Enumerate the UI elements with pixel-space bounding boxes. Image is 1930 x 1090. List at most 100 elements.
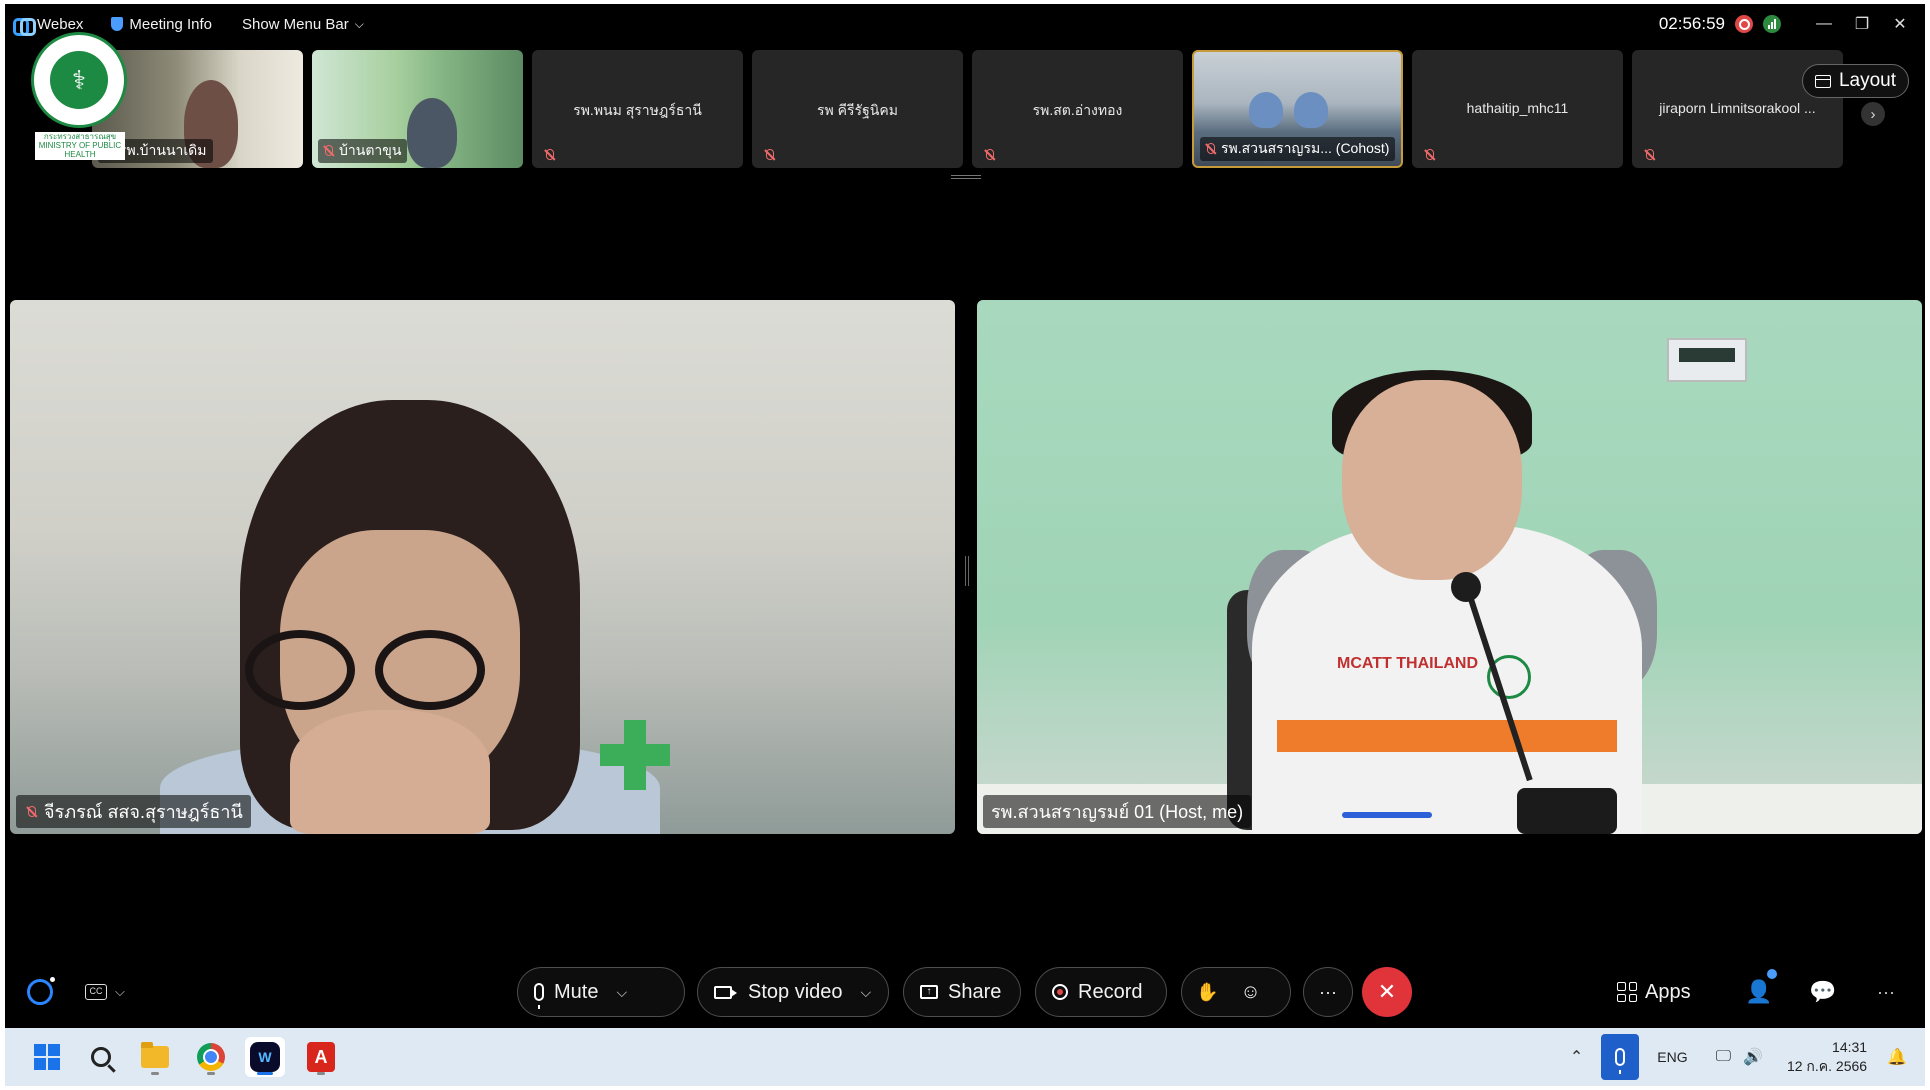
network-health-icon[interactable] [1763,15,1781,33]
recording-indicator-icon[interactable] [1735,15,1753,33]
running-indicator [151,1072,159,1075]
microphone-icon [534,983,544,1009]
captions-button[interactable]: CC ⌵ [85,967,125,1017]
raise-hand-icon[interactable]: ✋ [1196,982,1218,1003]
network-icon[interactable]: 🖵 [1716,1048,1731,1066]
participant-name: บ้านตาขุน [339,142,402,158]
chrome-button[interactable] [191,1037,231,1077]
ai-assistant-button[interactable] [27,967,55,1017]
mic-muted-icon [1203,142,1217,156]
share-screen-icon: ↑ [920,985,938,999]
microphone-icon [1615,1048,1626,1074]
video-content [1667,338,1747,382]
stage-resize-handle[interactable] [965,556,969,586]
participant-name: รพ คีรีรัฐนิคม [817,102,898,118]
notification-bell-icon[interactable]: 🔔 [1887,1047,1907,1067]
participant-name: รพ.บ้านนาเดิม [119,142,207,158]
acrobat-button[interactable]: A [301,1037,341,1077]
microphone-in-use-button[interactable] [1601,1034,1640,1080]
meeting-timer: 02:56:59 [1658,14,1725,33]
chevron-down-icon[interactable]: ⌵ [861,984,872,1001]
shield-icon [111,17,124,31]
more-panels-button[interactable]: ··· [1877,967,1895,1017]
title-bar-right: 02:56:59 — ❐ ✕ [1659,4,1925,44]
emoji-reaction-icon[interactable]: ☺ [1240,981,1260,1004]
file-explorer-button[interactable] [135,1037,175,1077]
layout-label: Layout [1838,70,1896,91]
participant-thumbnail[interactable]: hathaitip_mhc11 [1412,50,1623,168]
mute-button[interactable]: Mute ⌵ [517,967,685,1017]
video-tile-right[interactable]: MCATT THAILAND รพ.สวนสราญรมย์ 01 (Host, … [977,300,1922,834]
chevron-down-icon[interactable]: ⌵ [616,984,627,1001]
apps-icon [1617,982,1637,1002]
layout-button[interactable]: Layout [1801,64,1909,98]
search-button[interactable] [81,1037,121,1077]
participant-thumbnail[interactable]: บ้านตาขุน [312,50,523,168]
mic-muted-icon [982,148,996,162]
language-indicator[interactable]: ENG [1657,1049,1687,1065]
video-content [600,720,670,790]
logo-caption: กระทรวงสาธารณสุข MINISTRY OF PUBLIC HEAL… [35,132,125,161]
show-menu-bar-button[interactable]: Show Menu Bar ⌵ [242,16,364,33]
video-content [375,630,485,710]
closed-captions-icon: CC [85,984,107,1000]
participant-strip: รพ.บ้านนาเดิม บ้านตาขุน รพ.พนม สุราษฎร์ธ… [92,50,1843,168]
acrobat-icon: A [307,1042,335,1072]
chevron-up-icon[interactable]: ⌃ [1570,1047,1583,1067]
video-content [290,710,490,834]
video-tile-left[interactable]: จีรภรณ์ สสจ.สุราษฎร์ธานี [10,300,955,834]
record-button[interactable]: Record [1035,967,1167,1017]
participant-name: รพ.สวนสราญรมย์ 01 (Host, me) [991,802,1244,822]
chat-button[interactable]: 💬 [1809,967,1836,1017]
participant-thumbnail[interactable]: รพ คีรีรัฐนิคม [752,50,963,168]
chevron-down-icon: ⌵ [354,16,364,31]
running-indicator [317,1072,325,1075]
meeting-info-label: Meeting Info [129,15,212,33]
share-button[interactable]: ↑ Share [903,967,1021,1017]
taskbar-clock[interactable]: 14:31 12 ก.ค. 2566 [1787,1038,1867,1076]
windows-logo-icon [34,1044,60,1070]
restore-button[interactable]: ❐ [1843,14,1881,34]
clock-date: 12 ก.ค. 2566 [1786,1058,1868,1074]
webex-taskbar-button[interactable]: W [245,1037,285,1077]
record-label: Record [1078,980,1143,1003]
stop-video-button[interactable]: Stop video ⌵ [697,967,889,1017]
close-button[interactable]: ✕ [1881,14,1919,34]
show-menu-bar-label: Show Menu Bar [241,15,349,33]
webex-icon: W [250,1042,280,1072]
end-meeting-button[interactable]: ✕ [1362,967,1412,1017]
ministry-logo: ⚕ [31,32,127,128]
title-bar: Webex Meeting Info Show Menu Bar ⌵ 02:56… [5,4,1925,44]
apps-button[interactable]: Apps [1617,967,1691,1017]
strip-resize-handle[interactable] [951,175,981,179]
caduceus-icon: ⚕ [50,51,108,109]
layout-icon [1814,74,1831,88]
mic-muted-icon [762,148,776,162]
participant-name: hathaitip_mhc11 [1466,100,1569,116]
participant-name: jiraporn Limnitsorakool ... [1659,100,1816,116]
participant-video [1294,92,1328,128]
participant-thumbnail[interactable]: รพ.สต.อ่างทอง [972,50,1183,168]
video-content [1342,380,1522,580]
participant-thumbnail[interactable]: รพ.พนม สุราษฎร์ธานี [532,50,743,168]
participant-name: รพ.พนม สุราษฎร์ธานี [573,102,702,118]
next-page-button[interactable]: › [1861,102,1885,126]
video-content [1451,572,1481,602]
chat-bubble-icon: 💬 [1809,979,1837,1004]
webex-brand[interactable]: Webex [13,15,84,36]
active-indicator [257,1072,273,1075]
more-options-button[interactable]: ··· [1303,967,1353,1017]
video-content [1342,812,1432,818]
start-button[interactable] [27,1037,67,1077]
video-content [1517,788,1617,834]
mic-muted-icon [1642,148,1656,162]
meeting-info-button[interactable]: Meeting Info [111,16,212,33]
app-name: Webex [37,15,84,33]
chevron-right-icon: › [1870,105,1876,123]
participant-thumbnail[interactable]: รพ.สวนสราญรม... (Cohost) [1192,50,1403,168]
minimize-button[interactable]: — [1805,15,1843,33]
volume-icon[interactable]: 🔊 [1743,1047,1763,1067]
webex-window: Webex Meeting Info Show Menu Bar ⌵ 02:56… [5,4,1925,1028]
chevron-down-icon: ⌵ [115,984,125,999]
ai-assistant-icon [27,977,55,1005]
